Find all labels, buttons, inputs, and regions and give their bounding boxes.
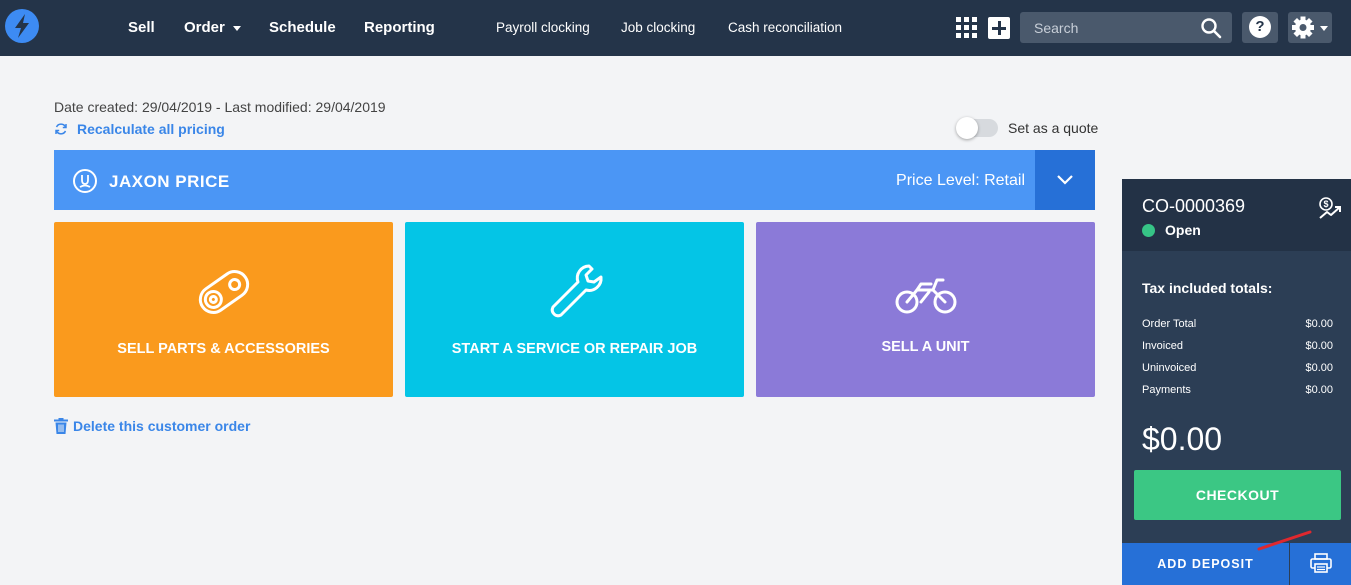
order-status: Open — [1165, 222, 1201, 238]
nav-order[interactable]: Order — [184, 19, 241, 36]
price-trend-icon[interactable]: $ — [1317, 196, 1343, 222]
summary-row-label: Payments — [1142, 384, 1191, 396]
delete-order-link[interactable]: Delete this customer order — [54, 418, 250, 434]
help-icon: ? — [1249, 16, 1271, 38]
svg-text:$: $ — [1323, 199, 1328, 209]
lightning-logo-icon[interactable] — [5, 9, 39, 43]
sell-parts-tile[interactable]: SELL PARTS & ACCESSORIES — [54, 222, 393, 397]
summary-row-value: $0.00 — [1305, 318, 1333, 330]
add-icon[interactable] — [988, 17, 1010, 39]
order-summary-header: CO-0000369 Open $ — [1122, 179, 1351, 251]
toggle-knob — [956, 117, 978, 139]
customer-icon — [73, 169, 97, 193]
price-level: Price Level: Retail — [896, 172, 1025, 189]
help-button[interactable]: ? — [1242, 12, 1278, 43]
summary-row-value: $0.00 — [1305, 384, 1333, 396]
parts-icon — [198, 270, 249, 314]
refresh-icon — [55, 123, 67, 135]
start-service-label: START A SERVICE OR REPAIR JOB — [451, 341, 698, 357]
summary-row-label: Uninvoiced — [1142, 362, 1197, 374]
nav-order-label: Order — [184, 19, 225, 36]
sell-unit-tile[interactable]: SELL A UNIT — [756, 222, 1095, 397]
apps-grid-icon[interactable] — [956, 17, 977, 38]
checkout-button[interactable]: CHECKOUT — [1134, 470, 1341, 520]
summary-row-value: $0.00 — [1305, 340, 1333, 352]
red-annotation-mark — [1257, 530, 1312, 551]
trash-icon — [54, 418, 68, 434]
nav-cash-reconciliation[interactable]: Cash reconciliation — [728, 20, 842, 35]
customer-bar[interactable]: JAXON PRICE Price Level: Retail — [54, 150, 1095, 210]
summary-row-label: Invoiced — [1142, 340, 1183, 352]
quote-toggle-label: Set as a quote — [1008, 120, 1099, 136]
recalculate-pricing-link[interactable]: Recalculate all pricing — [54, 121, 225, 137]
search-input[interactable] — [1020, 12, 1190, 43]
wrench-icon — [550, 264, 603, 318]
order-number: CO-0000369 — [1142, 196, 1246, 216]
nav-payroll-clocking[interactable]: Payroll clocking — [496, 20, 590, 35]
sell-parts-label: SELL PARTS & ACCESSORIES — [117, 341, 330, 357]
gear-icon — [1292, 16, 1328, 39]
nav-reporting[interactable]: Reporting — [364, 19, 435, 36]
search-box — [1020, 12, 1232, 43]
customer-expand-button[interactable] — [1035, 150, 1095, 210]
search-icon[interactable] — [1200, 17, 1222, 39]
motorbike-icon — [895, 278, 956, 314]
chevron-down-icon — [232, 25, 241, 31]
status-dot-icon — [1142, 224, 1155, 237]
settings-button[interactable] — [1288, 12, 1332, 43]
nav-schedule[interactable]: Schedule — [269, 19, 336, 36]
printer-icon — [1309, 552, 1332, 573]
nav-sell[interactable]: Sell — [128, 19, 155, 36]
quote-toggle[interactable] — [956, 117, 998, 139]
summary-row-value: $0.00 — [1305, 362, 1333, 374]
recalculate-pricing-label: Recalculate all pricing — [77, 121, 225, 137]
start-service-tile[interactable]: START A SERVICE OR REPAIR JOB — [405, 222, 744, 397]
grand-total: $0.00 — [1142, 421, 1223, 457]
delete-order-label: Delete this customer order — [73, 418, 251, 434]
tax-totals-heading: Tax included totals: — [1142, 280, 1273, 296]
summary-row-label: Order Total — [1142, 318, 1197, 330]
order-dates: Date created: 29/04/2019 - Last modified… — [54, 99, 386, 115]
nav-job-clocking[interactable]: Job clocking — [621, 20, 695, 35]
chevron-down-icon — [1057, 175, 1073, 185]
top-nav: Sell Order Schedule Reporting Payroll cl… — [0, 0, 1351, 56]
customer-name: JAXON PRICE — [109, 172, 230, 191]
order-summary-panel: CO-0000369 Open $ Tax included totals: O… — [1122, 179, 1351, 585]
sell-unit-label: SELL A UNIT — [881, 339, 970, 355]
